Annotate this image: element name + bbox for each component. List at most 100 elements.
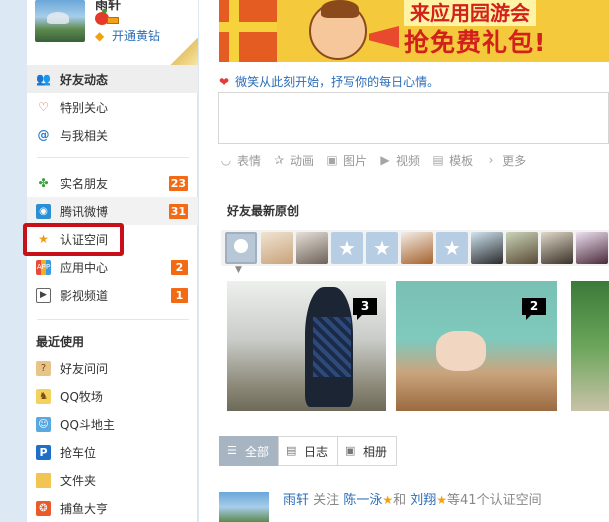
animation-icon: ✰ — [273, 153, 285, 167]
feed-filter-tabs: ☰ 全部 ▤ 日志 ▣ 相册 — [219, 436, 398, 466]
template-icon: ▤ — [432, 153, 444, 167]
photo-thumbnail[interactable]: 2 — [396, 281, 557, 411]
recent-item-folder[interactable]: 文件夹 — [27, 466, 198, 494]
tab-label: 全部 — [245, 444, 270, 459]
friend-avatar[interactable] — [471, 232, 503, 264]
feed-user-link[interactable]: 陈一泳 — [343, 493, 382, 508]
photo-count-badge: 2 — [522, 298, 546, 320]
nav-label: 好友动态 — [60, 72, 109, 87]
verified-star-icon: ★ — [436, 493, 448, 507]
verified-star-icon: ★ — [382, 493, 394, 507]
nav-item-app-center[interactable]: APP 应用中心 2 — [27, 253, 198, 281]
friend-avatar[interactable] — [506, 232, 538, 264]
tab-blog[interactable]: ▤ 日志 — [278, 436, 339, 466]
friend-avatar[interactable] — [296, 232, 328, 264]
promo-banner[interactable]: 来应用园游会 抢免费礼包! — [219, 0, 609, 62]
photo-thumbnail[interactable]: 3 — [227, 281, 386, 411]
recent-label: 捕鱼大亨 — [60, 501, 109, 516]
profile-card: 雨轩 ◆ 开通黄钻 — [27, 0, 198, 66]
friend-avatar-strip: ★ ★ ★ — [221, 230, 609, 266]
count-badge: 23 — [168, 175, 188, 191]
banner-subheadline: 抢免费礼包! — [404, 28, 547, 57]
photo-thumbnail[interactable] — [571, 281, 609, 411]
more-button[interactable]: › 更多 — [484, 152, 526, 169]
recent-item-qq-ranch[interactable]: ♞ QQ牧场 — [27, 382, 198, 410]
feed-entry-text: 雨轩 关注 陈一泳★和 刘翔★等41个认证空间 — [283, 489, 542, 508]
level-badge-icon — [107, 17, 119, 24]
friend-avatar[interactable] — [401, 232, 433, 264]
caret-down-icon: ▼ — [235, 265, 242, 275]
post-toolbar: ◡ 表情 ✰ 动画 ▣ 图片 ▶ 视频 ▤ 模板 › 更多 — [219, 152, 537, 169]
banner-headline: 来应用园游会 — [404, 0, 536, 26]
image-button[interactable]: ▣ 图片 — [325, 152, 367, 169]
feed-user-link[interactable]: 雨轩 — [283, 493, 309, 508]
open-vip-link[interactable]: 开通黄钻 — [112, 29, 160, 43]
yellow-diamond-icon: ◆ — [95, 29, 105, 43]
animation-button[interactable]: ✰ 动画 — [272, 152, 314, 169]
friend-avatar-default[interactable]: ★ — [331, 232, 363, 264]
recent-label: 好友问问 — [60, 361, 109, 376]
template-button[interactable]: ▤ 模板 — [431, 152, 473, 169]
folder-icon — [36, 472, 51, 488]
smile-icon: ◡ — [220, 153, 232, 167]
count-badge: 1 — [171, 287, 188, 303]
tab-label: 相册 — [363, 444, 388, 459]
recent-label: 文件夹 — [60, 473, 97, 488]
count-badge: 31 — [168, 203, 188, 219]
tool-label: 图片 — [343, 154, 368, 168]
tool-label: 模板 — [449, 154, 474, 168]
recent-item-friend-qa[interactable]: ? 好友问问 — [27, 354, 198, 382]
video-button[interactable]: ▶ 视频 — [378, 152, 420, 169]
tab-all[interactable]: ☰ 全部 — [219, 436, 280, 466]
username[interactable]: 雨轩 — [95, 0, 121, 13]
blog-icon: ▤ — [286, 444, 297, 457]
status-input[interactable] — [218, 92, 609, 144]
mood-prompt: ❤ 微笑从此刻开始，抒写你的每日心情。 — [219, 73, 439, 90]
tab-album[interactable]: ▣ 相册 — [337, 436, 398, 466]
person-icon — [234, 239, 248, 253]
corner-fold-icon[interactable] — [170, 38, 198, 66]
count-badge: 2 — [171, 259, 188, 275]
recent-item-qq-landlord[interactable]: ☺ QQ斗地主 — [27, 410, 198, 438]
emoji-button[interactable]: ◡ 表情 — [219, 152, 261, 169]
nav-item-mentions[interactable]: @ 与我相关 — [27, 121, 198, 149]
friend-avatar-all[interactable] — [225, 232, 257, 264]
nav-item-realname-friends[interactable]: ✤ 实名朋友 23 — [27, 169, 198, 197]
star-icon: ★ — [443, 236, 461, 260]
megaphone-icon — [369, 26, 399, 48]
user-avatar[interactable] — [35, 0, 85, 42]
divider — [37, 157, 189, 158]
feed-action: 关注 — [313, 493, 340, 508]
film-icon: ▶ — [36, 287, 51, 303]
nav-item-video-channel[interactable]: ▶ 影视频道 1 — [27, 281, 198, 309]
feed-user-link[interactable]: 刘翔 — [410, 493, 436, 508]
recent-label: 抢车位 — [60, 445, 97, 460]
friend-avatar[interactable] — [541, 232, 573, 264]
tab-label: 日志 — [304, 444, 329, 459]
feed-avatar[interactable] — [219, 492, 269, 522]
weibo-icon: ◉ — [36, 203, 51, 219]
nav-label: 影视频道 — [60, 288, 109, 303]
feed-suffix: 等41个认证空间 — [447, 493, 542, 508]
image-icon: ▣ — [326, 153, 338, 167]
nav-item-special-care[interactable]: ♡ 特别关心 — [27, 93, 198, 121]
nav-item-weibo[interactable]: ◉ 腾讯微博 31 — [27, 197, 198, 225]
feed-conjunction: 和 — [393, 493, 407, 508]
left-sidebar: 雨轩 ◆ 开通黄钻 👥 好友动态 ♡ 特别关心 @ 与我相关 ✤ 实名朋友 23… — [23, 0, 198, 522]
photo-figure — [436, 331, 486, 371]
friend-avatar-default[interactable]: ★ — [366, 232, 398, 264]
clover-icon: ✤ — [38, 176, 49, 190]
mood-prompt-text: 微笑从此刻开始，抒写你的每日心情。 — [235, 75, 440, 89]
nav-item-friend-feed[interactable]: 👥 好友动态 — [27, 65, 198, 93]
friend-avatar[interactable] — [576, 232, 608, 264]
tool-label: 动画 — [290, 154, 315, 168]
heart-outline-icon: ♡ — [38, 100, 49, 114]
recent-item-fishing[interactable]: ❂ 捕鱼大亨 — [27, 494, 198, 522]
fish-icon: ❂ — [36, 500, 51, 516]
parking-icon: P — [36, 444, 51, 460]
recent-item-parking[interactable]: P 抢车位 — [27, 438, 198, 466]
friend-avatar[interactable] — [261, 232, 293, 264]
main-content: 来应用园游会 抢免费礼包! ❤ 微笑从此刻开始，抒写你的每日心情。 ◡ 表情 ✰ 动… — [199, 0, 609, 522]
friend-avatar-default[interactable]: ★ — [436, 232, 468, 264]
ranch-icon: ♞ — [36, 388, 51, 404]
